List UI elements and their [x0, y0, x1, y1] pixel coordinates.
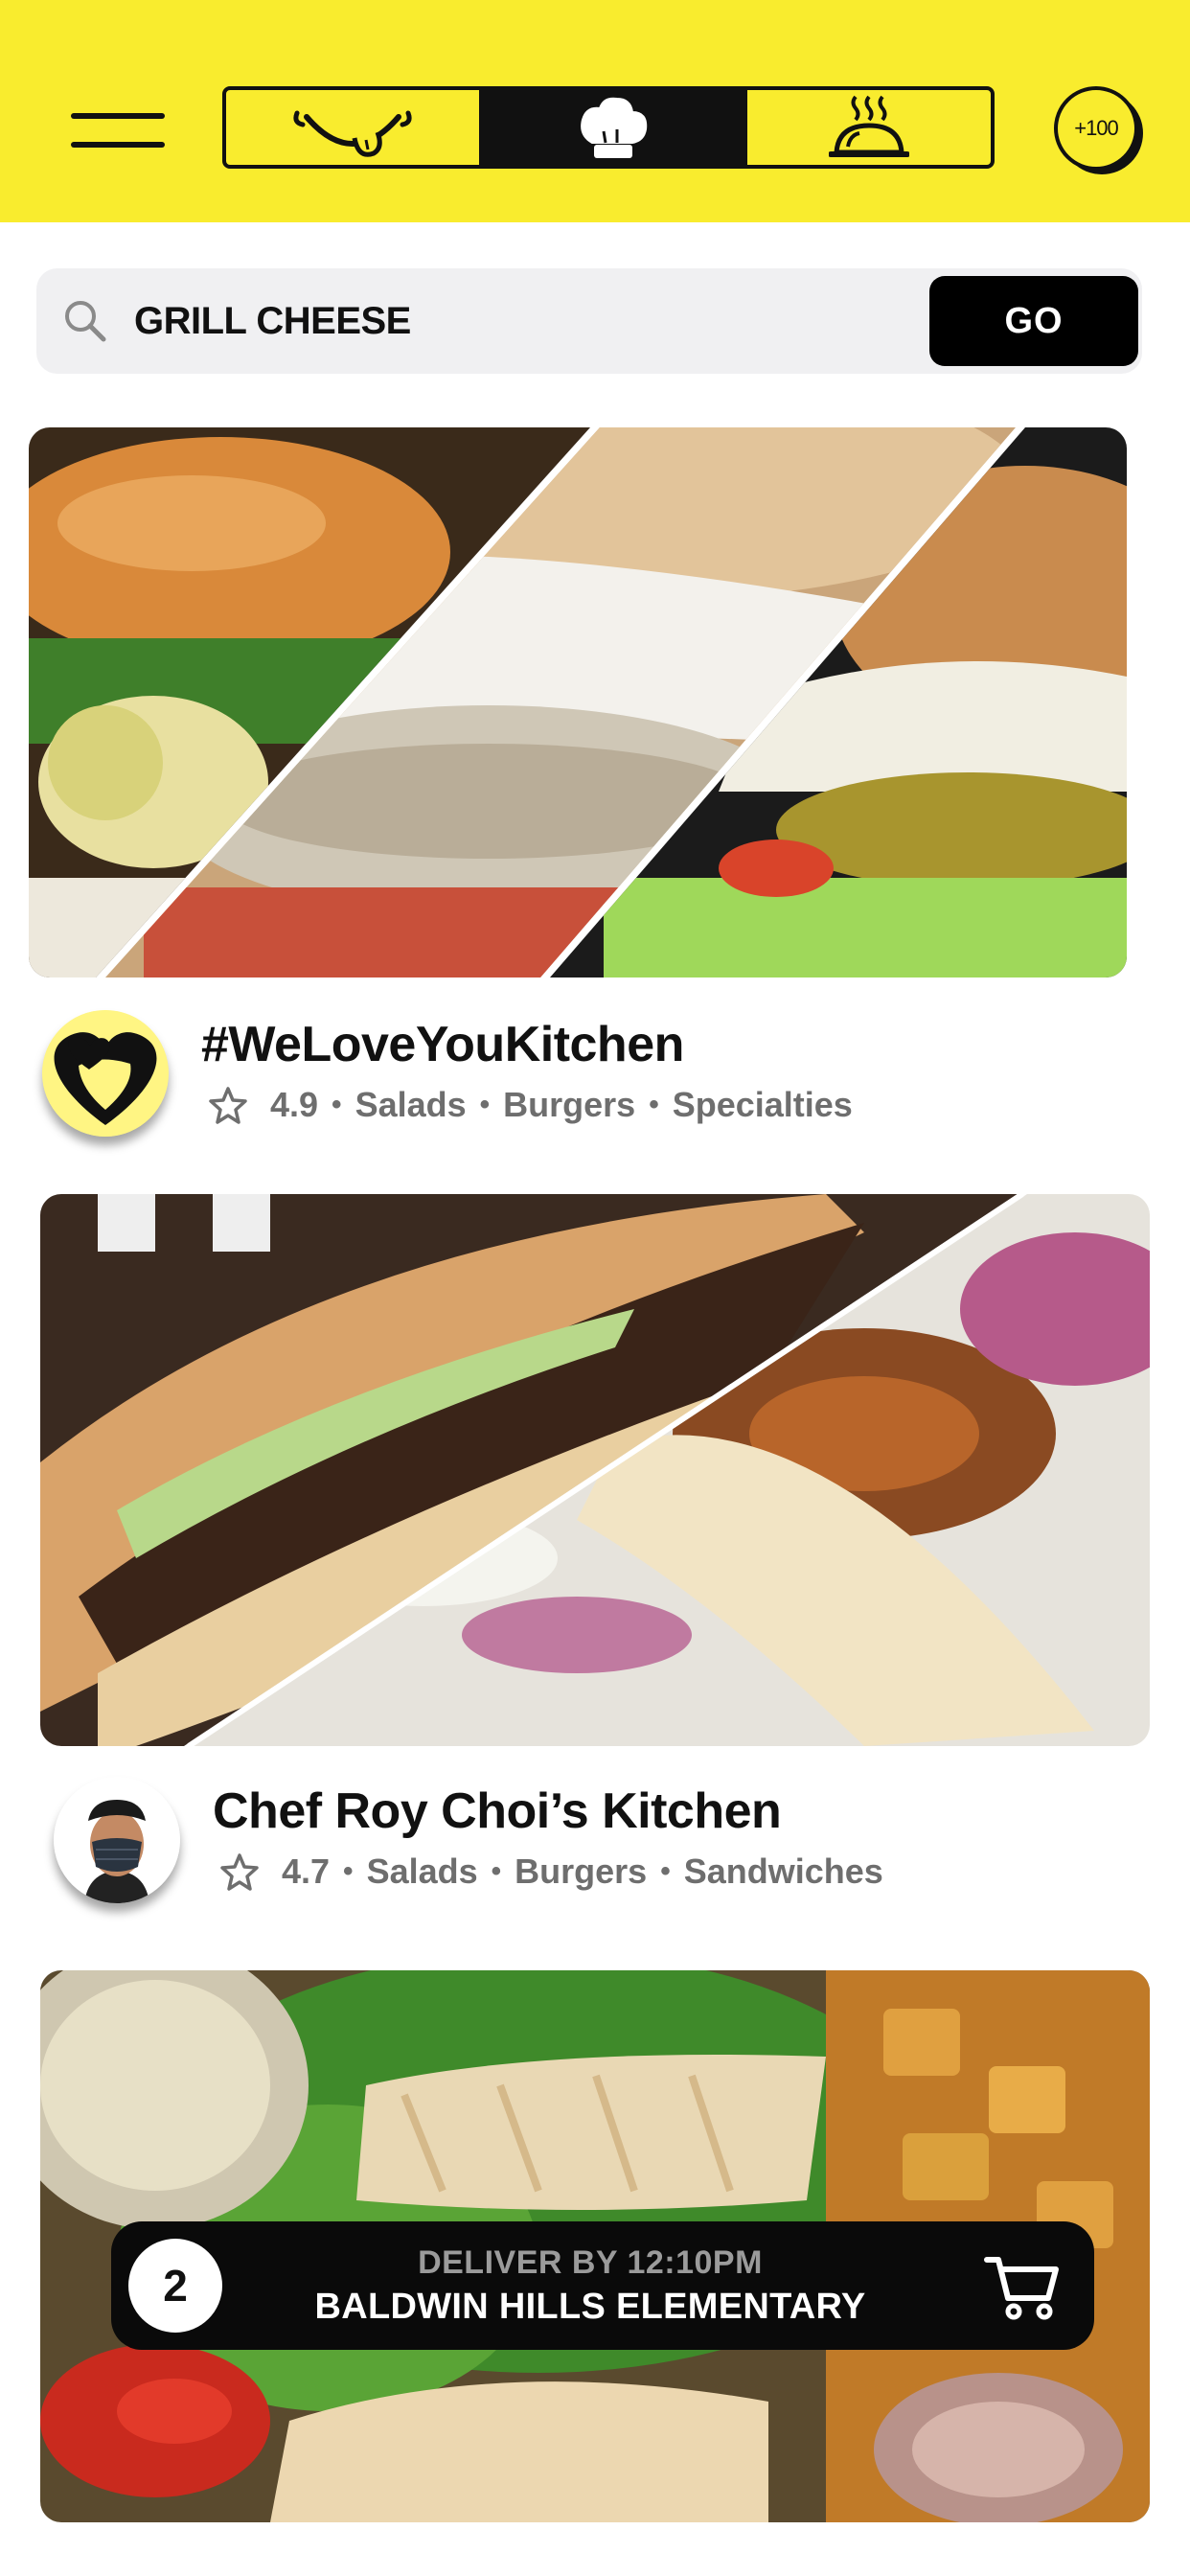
points-badge-label: +100: [1074, 116, 1119, 140]
kitchen-1-category-1: Salads: [355, 1085, 467, 1124]
star-rating-icon: [220, 1853, 259, 1891]
food-collage-image: [40, 1194, 1150, 1746]
search-bar: GRILL CHEESE GO: [36, 268, 1142, 374]
kitchen-2-meta: 4.7 • Salads • Burgers • Sandwiches: [220, 1852, 883, 1892]
points-coin-badge[interactable]: +100: [1054, 86, 1138, 171]
separator-dot: •: [660, 1855, 671, 1887]
kitchen-1-meta: 4.9 • Salads • Burgers • Specialties: [209, 1085, 853, 1125]
go-button[interactable]: GO: [929, 276, 1138, 366]
kitchen-2-hero-image[interactable]: [40, 1194, 1150, 1746]
hamburger-menu-icon[interactable]: [71, 113, 165, 151]
food-cloche-icon: [829, 95, 909, 157]
kitchen-1-logo[interactable]: [42, 1010, 169, 1137]
star-rating-icon: [209, 1087, 247, 1124]
tongue-smile-icon: [293, 110, 412, 157]
kitchen-2-category-1: Salads: [366, 1852, 478, 1891]
chef-hat-icon: [581, 97, 648, 158]
shopping-cart-icon: [984, 2257, 1059, 2320]
kitchen-1-name[interactable]: #WeLoveYouKitchen: [201, 1016, 684, 1073]
kitchen-2-rating: 4.7: [282, 1852, 331, 1891]
category-segmented-control: [222, 86, 995, 169]
kitchen-2-category-3: Sandwiches: [683, 1852, 883, 1891]
kitchen-1-category-3: Specialties: [672, 1085, 853, 1124]
separator-dot: •: [479, 1089, 491, 1120]
separator-dot: •: [649, 1089, 659, 1120]
kitchen-2-logo[interactable]: [54, 1777, 180, 1903]
chef-avatar: [54, 1777, 180, 1903]
delivery-time-label: DELIVER BY 12:10PM: [418, 2244, 763, 2281]
heart-logo-icon: [42, 1010, 169, 1137]
tab-taste[interactable]: [226, 90, 483, 165]
app-header: +100: [0, 0, 1190, 222]
separator-dot: •: [332, 1089, 342, 1120]
search-input[interactable]: GRILL CHEESE: [134, 268, 411, 374]
kitchen-2-category-2: Burgers: [515, 1852, 648, 1891]
separator-dot: •: [343, 1855, 354, 1887]
cart-count-badge: 2: [128, 2239, 222, 2333]
cart-summary-bar[interactable]: 2 DELIVER BY 12:10PM BALDWIN HILLS ELEME…: [111, 2221, 1094, 2350]
delivery-location-label: BALDWIN HILLS ELEMENTARY: [314, 2287, 866, 2327]
search-icon: [65, 301, 106, 342]
food-collage-image: [29, 427, 1127, 978]
kitchen-2-name[interactable]: Chef Roy Choi’s Kitchen: [213, 1782, 782, 1840]
kitchen-1-hero-image[interactable]: [29, 427, 1127, 978]
tab-dishes[interactable]: [744, 90, 991, 165]
separator-dot: •: [491, 1855, 502, 1887]
kitchen-1-rating: 4.9: [270, 1085, 319, 1124]
tab-chefs[interactable]: [483, 90, 744, 165]
kitchen-1-category-2: Burgers: [503, 1085, 636, 1124]
